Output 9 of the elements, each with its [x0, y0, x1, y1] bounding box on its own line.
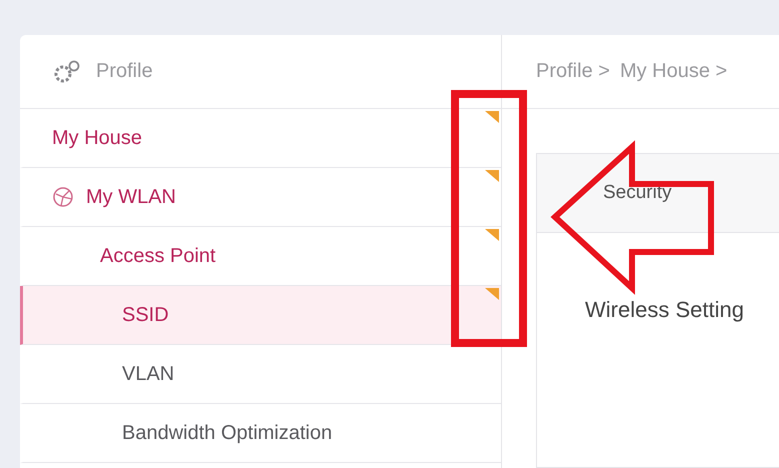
sidebar-item[interactable]: My House: [20, 109, 501, 168]
sidebar-item[interactable]: SSID: [20, 286, 501, 345]
sidebar-item[interactable]: Bandwidth Optimization: [20, 404, 501, 463]
gears-icon: [52, 58, 82, 84]
security-tab[interactable]: Security: [603, 182, 672, 204]
sidebar-header: Profile: [96, 60, 153, 83]
sidebar-item[interactable]: VLAN: [20, 345, 501, 404]
section-heading: Wireless Setting: [585, 297, 745, 323]
sidebar-item[interactable]: My WLAN: [20, 168, 501, 227]
